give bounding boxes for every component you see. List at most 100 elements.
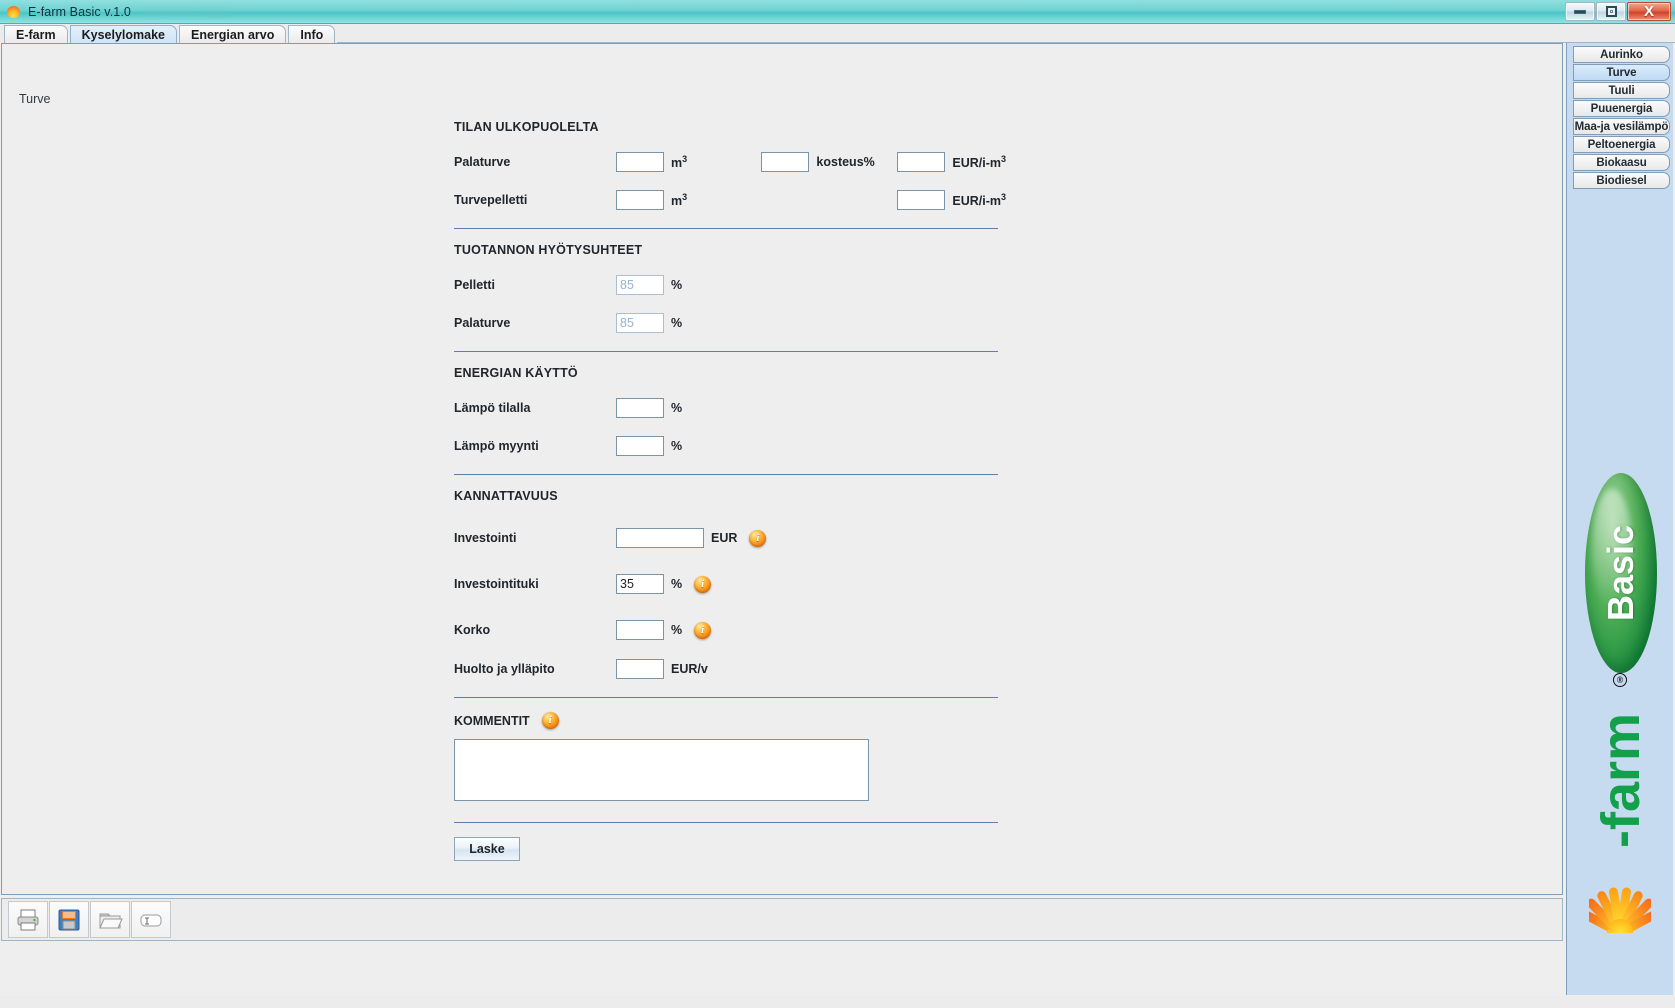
- unit-percent: %: [671, 623, 683, 637]
- sidebar-item-peltoenergia[interactable]: Peltoenergia: [1573, 136, 1670, 153]
- app-sun-icon: [6, 4, 22, 20]
- farm-logo-text: -farm: [1591, 712, 1651, 849]
- input-palaturve-efficiency[interactable]: [616, 313, 664, 333]
- restore-button[interactable]: [1596, 2, 1626, 21]
- section-title-kannattavuus: KANNATTAVUUS: [454, 489, 558, 503]
- divider: [454, 697, 998, 698]
- section-title-tuotannon-hyotysuhteet: TUOTANNON HYÖTYSUHTEET: [454, 243, 643, 257]
- info-icon[interactable]: i: [749, 529, 767, 547]
- unit-eur: EUR: [711, 531, 738, 545]
- window-subtitle-blurred: xxxxxxx xxxx: [144, 4, 227, 19]
- label-lampo-myynti: Lämpö myynti: [454, 439, 539, 453]
- label-turvepelletti: Turvepelletti: [454, 193, 528, 207]
- input-huolto-ja-yllapito[interactable]: [616, 659, 664, 679]
- sidebar-item-label: Biokaasu: [1596, 156, 1647, 169]
- sun-logo-icon: [1589, 885, 1651, 933]
- sidebar-item-label: Peltoenergia: [1587, 138, 1656, 151]
- row-investointi: Investointi EUR i: [446, 515, 1006, 561]
- row-lampo-tilalla: Lämpö tilalla %: [446, 392, 1006, 424]
- divider: [454, 474, 998, 475]
- tab-e-farm[interactable]: E-farm: [4, 25, 68, 43]
- section-title-tilan-ulkopuolelta: TILAN ULKOPUOLELTA: [454, 120, 599, 134]
- row-pelletti-efficiency: Pelletti %: [446, 269, 1006, 301]
- label-lampo-tilalla: Lämpö tilalla: [454, 401, 531, 415]
- sidebar-item-maa-ja-vesilampo[interactable]: Maa-ja vesilämpö: [1573, 118, 1670, 135]
- row-investointituki: Investointituki % i: [446, 561, 1006, 607]
- unit-percent: %: [671, 316, 683, 330]
- window-title: E-farm Basic v.1.0: [28, 4, 131, 19]
- unit-eur-per-year: EUR/v: [671, 662, 708, 676]
- input-palaturve-volume[interactable]: [616, 152, 664, 172]
- input-palaturve-price[interactable]: [897, 152, 946, 172]
- row-huolto-ja-yllapito: Huolto ja ylläpito EUR/v: [446, 653, 1006, 685]
- sidebar-item-tuuli[interactable]: Tuuli: [1573, 82, 1670, 99]
- application-window: E-farm Basic v.1.0 xxxxxxx xxxx X E-farm…: [0, 0, 1675, 1008]
- open-folder-button[interactable]: [90, 901, 130, 938]
- basic-logo-text: Basic: [1600, 524, 1641, 622]
- close-button[interactable]: X: [1627, 2, 1671, 21]
- section-title-energian-kaytto: ENERGIAN KÄYTTÖ: [454, 366, 578, 380]
- input-investointi[interactable]: [616, 528, 704, 548]
- label-huolto-ja-yllapito: Huolto ja ylläpito: [454, 662, 555, 676]
- bottom-toolbar: [1, 898, 1563, 941]
- comments-title: KOMMENTIT: [454, 713, 530, 728]
- label-investointi: Investointi: [454, 531, 517, 545]
- tab-info[interactable]: Info: [288, 25, 336, 43]
- sidebar-item-label: Maa-ja vesilämpö: [1574, 120, 1669, 133]
- input-palaturve-moisture[interactable]: [761, 152, 810, 172]
- row-korko: Korko % i: [446, 607, 1006, 653]
- energy-source-tabs: Aurinko Turve Tuuli Puuenergia Maa-ja ve…: [1567, 43, 1673, 189]
- calculate-button[interactable]: Laske: [454, 837, 520, 861]
- row-lampo-myynti: Lämpö myynti %: [446, 430, 1006, 462]
- sidebar-item-puuenergia[interactable]: Puuenergia: [1573, 100, 1670, 117]
- tab-kyselylomake[interactable]: Kyselylomake: [69, 25, 177, 43]
- row-turvepelletti-ulkopuolelta: Turvepelletti m3 kosteus% EUR/i-m3: [446, 184, 1006, 216]
- info-icon[interactable]: i: [694, 575, 712, 593]
- tab-label: Info: [300, 27, 324, 42]
- tab-energian-arvo[interactable]: Energian arvo: [178, 25, 287, 43]
- unit-percent: %: [671, 278, 683, 292]
- input-pelletti-efficiency[interactable]: [616, 275, 664, 295]
- input-korko[interactable]: [616, 620, 664, 640]
- input-lampo-tilalla[interactable]: [616, 398, 664, 418]
- label-palaturve-efficiency: Palaturve: [454, 316, 511, 330]
- tab-label: E-farm: [16, 27, 56, 42]
- main-content-panel: TILAN ULKOPUOLELTA Palaturve m3 kosteus%…: [1, 43, 1563, 895]
- input-investointituki[interactable]: [616, 574, 664, 594]
- unit-kosteus: kosteus%: [816, 155, 875, 169]
- save-button[interactable]: [49, 901, 89, 938]
- restore-icon: [1605, 6, 1617, 17]
- row-palaturve-ulkopuolelta: Palaturve m3 kosteus% EUR/i-m3: [446, 146, 1006, 178]
- right-sidebar: Aurinko Turve Tuuli Puuenergia Maa-ja ve…: [1566, 43, 1673, 995]
- form-scroll-area[interactable]: TILAN ULKOPUOLELTA Palaturve m3 kosteus%…: [3, 45, 1561, 893]
- input-turvepelletti-volume[interactable]: [616, 190, 664, 210]
- unit-percent: %: [671, 401, 683, 415]
- sidebar-item-turve[interactable]: Turve: [1573, 64, 1670, 81]
- tab-label: Energian arvo: [190, 27, 275, 42]
- basic-ellipse-icon: Basic: [1585, 473, 1657, 673]
- input-lampo-myynti[interactable]: [616, 436, 664, 456]
- text-field-button[interactable]: [131, 901, 171, 938]
- info-icon[interactable]: i: [694, 621, 712, 639]
- comments-textarea[interactable]: [454, 739, 869, 801]
- minimize-button[interactable]: [1565, 2, 1595, 21]
- print-icon: [17, 909, 39, 930]
- input-turvepelletti-price[interactable]: [897, 190, 946, 210]
- minimize-icon: [1574, 9, 1586, 14]
- print-button[interactable]: [8, 901, 48, 938]
- unit-eur-per-im3: EUR/i-m3: [952, 191, 1006, 209]
- title-bar: E-farm Basic v.1.0 xxxxxxx xxxx X: [0, 0, 1675, 24]
- sidebar-item-aurinko[interactable]: Aurinko: [1573, 46, 1670, 63]
- unit-m3: m3: [671, 153, 688, 171]
- unit-m3: m3: [671, 191, 688, 209]
- info-icon[interactable]: i: [541, 712, 559, 729]
- unit-percent: %: [671, 439, 683, 453]
- sidebar-item-label: Turve: [1606, 66, 1637, 79]
- sidebar-item-label: Biodiesel: [1596, 174, 1647, 187]
- sidebar-item-biodiesel[interactable]: Biodiesel: [1573, 172, 1670, 189]
- sidebar-item-biokaasu[interactable]: Biokaasu: [1573, 154, 1670, 171]
- window-controls: X: [1564, 1, 1671, 23]
- sidebar-item-label: Puuenergia: [1590, 102, 1653, 115]
- window-bottom-strip: [0, 996, 1675, 1008]
- label-pelletti: Pelletti: [454, 278, 495, 292]
